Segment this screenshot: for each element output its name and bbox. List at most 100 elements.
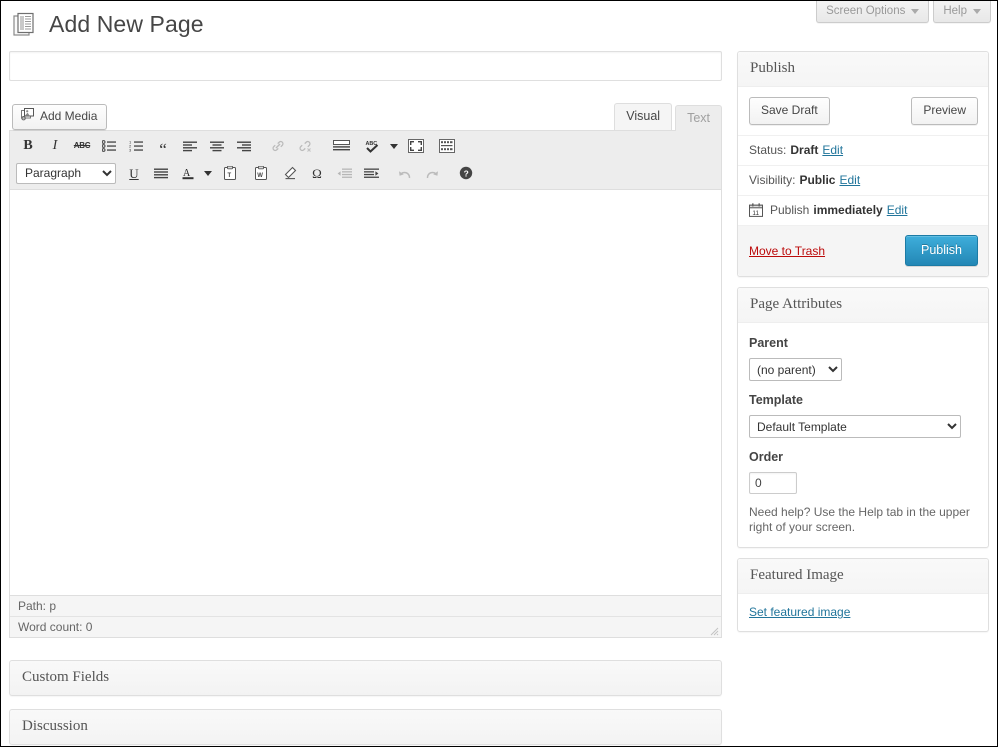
align-center-icon[interactable] [205,135,229,157]
editor-resize-handle[interactable] [706,623,719,636]
visibility-row: Visibility: Public Edit [738,165,988,195]
status-value: Draft [790,143,819,157]
sidebar-column: Publish Save Draft Preview Status: Draft… [737,51,989,642]
status-row: Status: Draft Edit [738,135,988,165]
page-attributes-box: Page Attributes Parent (no parent) Templ… [737,287,989,548]
visibility-label: Visibility: [749,173,796,187]
spellcheck-icon[interactable]: ABC [358,135,386,157]
add-media-button[interactable]: Add Media [12,104,108,130]
screen-options-button[interactable]: Screen Options [816,1,930,23]
kitchen-sink-icon[interactable] [433,135,461,157]
tab-visual-label: Visual [626,109,661,123]
discussion-box[interactable]: Discussion [9,709,722,745]
text-color-dropdown-caret-icon[interactable] [204,170,212,176]
underline-icon[interactable]: U [122,162,146,184]
help-label: Help [943,5,967,17]
tab-text-label: Text [687,111,710,125]
help-button[interactable]: Help [933,1,991,23]
editor-mode-tabs: Visual Text [611,103,722,131]
status-label: Status: [749,143,787,157]
media-buttons-row: Add Media Visual Text [9,103,722,131]
order-label: Order [749,450,784,464]
screen-options-label: Screen Options [826,5,906,17]
editor-container: B I ABC 1 2 3 “ ABC Paragraph U A T W Ω … [9,130,722,638]
schedule-edit-link[interactable]: Edit [887,202,908,218]
bullet-list-icon[interactable] [97,135,121,157]
outdent-icon[interactable] [332,162,356,184]
svg-text:W: W [257,173,263,179]
editor-toolbar-row-2: Paragraph U A T W Ω ? [12,159,719,187]
paragraph-format-select[interactable]: Paragraph [16,162,116,184]
page-document-icon [9,9,39,39]
page-attributes-body: Parent (no parent) Template Default Temp… [738,323,988,547]
bold-icon[interactable]: B [16,135,40,157]
text-color-icon[interactable]: A [176,162,200,184]
set-featured-image-link[interactable]: Set featured image [749,605,850,619]
chevron-down-icon [911,8,920,14]
page-attributes-help-text: Need help? Use the Help tab in the upper… [749,505,970,534]
editor-word-count: Word count: 0 [18,620,93,634]
parent-label: Parent [749,336,788,350]
visibility-value: Public [799,173,836,187]
strikethrough-icon[interactable]: ABC [70,135,94,157]
featured-image-body: Set featured image [738,594,988,631]
align-right-icon[interactable] [232,135,256,157]
publish-box-body: Save Draft Preview Status: Draft Edit Vi… [738,87,988,276]
template-select[interactable]: Default Template [749,415,961,438]
publish-box-title: Publish [738,52,988,87]
editor-status-bar: Path: p Word count: 0 [10,595,721,637]
parent-select[interactable]: (no parent) [749,358,842,381]
insert-more-tag-icon[interactable] [327,135,355,157]
main-column: Add Media Visual Text B I ABC 1 2 3 “ AB… [9,51,722,745]
svg-text:3: 3 [129,148,132,152]
featured-image-box: Featured Image Set featured image [737,558,989,632]
chevron-down-icon [973,8,981,14]
editor-path: Path: p [10,596,721,617]
calendar-icon: 11 [749,203,763,217]
redo-icon[interactable] [420,162,444,184]
remove-formatting-icon[interactable] [278,162,302,184]
order-input[interactable] [749,472,797,494]
add-media-icon [21,108,35,125]
add-media-label: Add Media [40,109,98,123]
spellcheck-dropdown-caret-icon[interactable] [390,143,398,149]
tab-text[interactable]: Text [675,105,722,131]
post-title-input[interactable] [9,51,722,81]
featured-image-title: Featured Image [738,559,988,594]
undo-icon[interactable] [393,162,417,184]
page-header: Add New Page [9,9,204,39]
insert-link-icon[interactable] [266,135,290,157]
publish-footer: Move to Trash Publish [738,225,988,276]
screen-meta-links: Screen Options Help [816,1,991,23]
fullscreen-icon[interactable] [402,135,430,157]
custom-fields-box[interactable]: Custom Fields [9,660,722,696]
move-to-trash-link[interactable]: Move to Trash [749,244,825,258]
special-character-icon[interactable]: Ω [305,162,329,184]
svg-text:11: 11 [752,210,759,217]
status-edit-link[interactable]: Edit [822,142,843,158]
align-left-icon[interactable] [178,135,202,157]
publish-box: Publish Save Draft Preview Status: Draft… [737,51,989,277]
publish-button[interactable]: Publish [905,235,978,266]
schedule-row: 11 Publish immediately Edit [738,195,988,225]
paste-from-word-icon[interactable]: W [247,162,275,184]
svg-text:T: T [228,173,232,179]
page-attributes-title: Page Attributes [738,288,988,323]
save-draft-button[interactable]: Save Draft [749,97,830,125]
visibility-edit-link[interactable]: Edit [839,172,860,188]
italic-icon[interactable]: I [43,135,67,157]
numbered-list-icon[interactable]: 1 2 3 [124,135,148,157]
blockquote-icon[interactable]: “ [151,135,175,158]
keyboard-shortcuts-help-icon[interactable]: ? [454,162,478,184]
align-justify-icon[interactable] [149,162,173,184]
svg-text:?: ? [464,168,469,178]
custom-fields-title: Custom Fields [22,669,110,685]
editor-content-area[interactable] [10,190,721,595]
unlink-icon[interactable] [293,135,317,157]
wordpress-admin-screen: Screen Options Help Add New Page Add Med… [0,0,998,747]
tab-visual[interactable]: Visual [614,103,673,130]
indent-icon[interactable] [359,162,383,184]
paste-as-text-icon[interactable]: T [216,162,244,184]
preview-button[interactable]: Preview [911,97,978,125]
editor-toolbar: B I ABC 1 2 3 “ ABC Paragraph U A T W Ω … [10,131,721,190]
